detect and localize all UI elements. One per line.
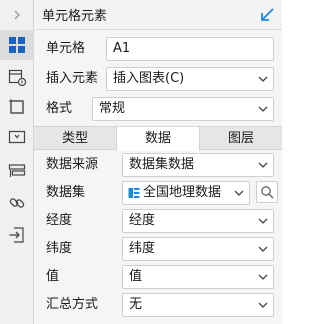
chevron-down-icon bbox=[253, 238, 273, 260]
widget-icon bbox=[8, 130, 26, 144]
tab-layer[interactable]: 图层 bbox=[200, 127, 282, 150]
dataset-select[interactable]: 全国地理数据 bbox=[122, 181, 250, 205]
side-toolbar bbox=[0, 0, 34, 324]
cell-element-icon bbox=[9, 37, 25, 53]
hyperlink-icon bbox=[9, 198, 25, 208]
longitude-row: 经度 经度 bbox=[34, 208, 282, 234]
aggregation-label: 汇总方式 bbox=[46, 297, 99, 312]
collapse-panel-icon[interactable] bbox=[258, 6, 276, 24]
cell-element-panel: 单元格 A1 插入元素 插入图表(C) 格式 常规 类型 数据 图层 数据来源 … bbox=[34, 30, 282, 324]
value-label: 值 bbox=[46, 269, 60, 284]
insert-element-select[interactable]: 插入图表(C) bbox=[106, 67, 274, 91]
data-source-label: 数据来源 bbox=[46, 157, 99, 172]
data-source-select[interactable]: 数据集数据 bbox=[122, 153, 274, 177]
rail-item-border[interactable] bbox=[0, 92, 34, 122]
aggregation-value: 无 bbox=[129, 297, 143, 312]
value-value: 值 bbox=[129, 269, 143, 284]
panel-header: 单元格元素 bbox=[34, 0, 282, 30]
latitude-label: 纬度 bbox=[46, 241, 73, 256]
aggregation-row: 汇总方式 无 bbox=[34, 292, 282, 318]
format-row: 格式 常规 bbox=[34, 96, 282, 122]
latitude-value: 纬度 bbox=[129, 241, 156, 256]
rail-item-import[interactable] bbox=[0, 220, 34, 250]
dataset-search-button[interactable] bbox=[256, 181, 278, 203]
search-icon bbox=[261, 186, 274, 199]
insert-element-label: 插入元素 bbox=[46, 71, 99, 86]
chevron-down-icon bbox=[253, 98, 273, 120]
cell-attribute-icon bbox=[8, 69, 26, 86]
longitude-select[interactable]: 经度 bbox=[122, 209, 274, 233]
expand-panel-button[interactable] bbox=[0, 0, 34, 30]
longitude-value: 经度 bbox=[129, 213, 156, 228]
condition-icon bbox=[8, 164, 26, 177]
chevron-down-icon bbox=[253, 266, 273, 288]
dataset-value: 全国地理数据 bbox=[143, 185, 222, 200]
dataset-icon bbox=[128, 188, 140, 198]
chevron-down-icon bbox=[253, 154, 273, 176]
rail-item-condition[interactable] bbox=[0, 156, 34, 186]
dataset-label: 数据集 bbox=[46, 185, 86, 200]
format-value: 常规 bbox=[99, 101, 126, 116]
panel-title: 单元格元素 bbox=[42, 9, 108, 24]
insert-element-value: 插入图表(C) bbox=[113, 71, 185, 86]
import-icon bbox=[9, 227, 24, 243]
data-source-value: 数据集数据 bbox=[129, 157, 195, 172]
chevron-right-icon bbox=[14, 10, 20, 20]
rail-item-widget[interactable] bbox=[0, 122, 34, 152]
aggregation-select[interactable]: 无 bbox=[122, 293, 274, 317]
tab-type[interactable]: 类型 bbox=[34, 127, 116, 150]
tab-bar: 类型 数据 图层 bbox=[34, 126, 282, 151]
chevron-down-icon bbox=[229, 182, 249, 204]
rail-item-cell-attribute[interactable] bbox=[0, 62, 34, 92]
chevron-down-icon bbox=[253, 68, 273, 90]
cell-input-value: A1 bbox=[113, 41, 131, 56]
longitude-label: 经度 bbox=[46, 213, 73, 228]
value-row: 值 值 bbox=[34, 264, 282, 290]
data-source-row: 数据来源 数据集数据 bbox=[34, 152, 282, 178]
latitude-select[interactable]: 纬度 bbox=[122, 237, 274, 261]
value-select[interactable]: 值 bbox=[122, 265, 274, 289]
border-icon bbox=[9, 99, 24, 114]
latitude-row: 纬度 纬度 bbox=[34, 236, 282, 262]
chevron-down-icon bbox=[253, 294, 273, 316]
cell-input[interactable]: A1 bbox=[106, 37, 274, 61]
rail-item-cell-element[interactable] bbox=[0, 30, 34, 60]
chevron-down-icon bbox=[253, 210, 273, 232]
rail-item-hyperlink[interactable] bbox=[0, 188, 34, 218]
cell-row: 单元格 A1 bbox=[34, 36, 282, 62]
dataset-row: 数据集 全国地理数据 bbox=[34, 180, 282, 206]
format-select[interactable]: 常规 bbox=[92, 97, 274, 121]
tab-data[interactable]: 数据 bbox=[116, 127, 200, 151]
insert-element-row: 插入元素 插入图表(C) bbox=[34, 66, 282, 92]
cell-label: 单元格 bbox=[46, 41, 86, 56]
format-label: 格式 bbox=[46, 101, 73, 116]
